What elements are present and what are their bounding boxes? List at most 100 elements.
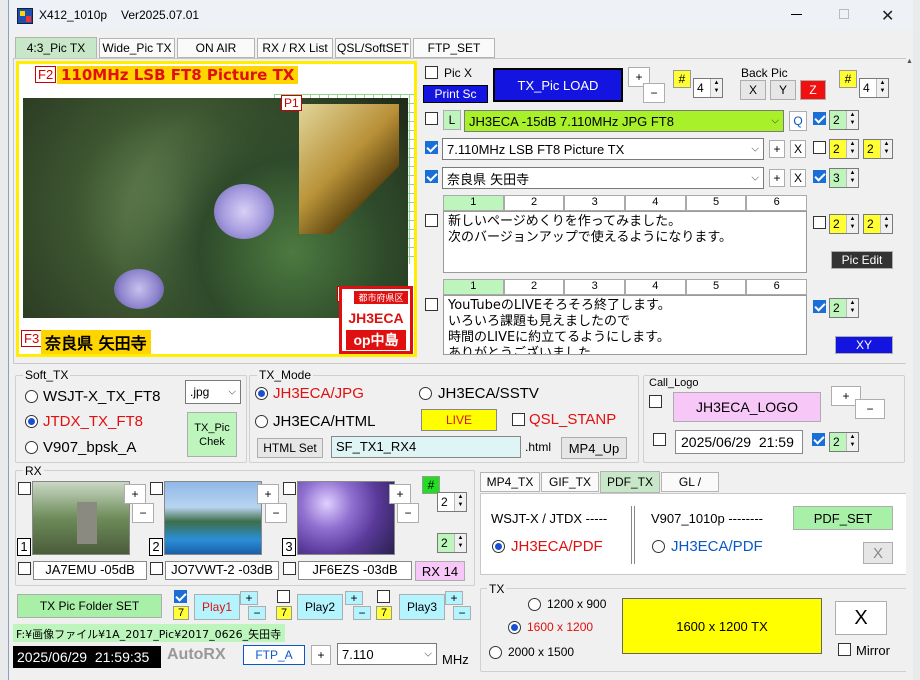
res-2000-radio[interactable]: [489, 646, 502, 659]
rx1-checkbox[interactable]: [18, 482, 31, 495]
message-1-textarea[interactable]: 新しいページめくりを作ってみました。 次のバージョンアップで使えるようになります…: [443, 211, 807, 273]
msg1-spinner-1[interactable]: 2 ▲ ▼: [829, 214, 859, 234]
call-logo-button[interactable]: JH3ECA_LOGO: [673, 392, 821, 422]
tab-qsl-softset[interactable]: QSL/SoftSET: [335, 38, 411, 58]
logo-minus-button[interactable]: −: [855, 399, 885, 419]
row1-combo[interactable]: JH3ECA -15dB 7.110MHz JPG FT8 ⌵: [464, 110, 784, 132]
xy-button[interactable]: XY: [835, 336, 893, 354]
pdf-close-button[interactable]: X: [863, 542, 893, 564]
rx2-minus-button[interactable]: −: [265, 503, 287, 523]
play3-button[interactable]: Play3: [399, 594, 445, 620]
jtdx-radio[interactable]: [25, 415, 38, 428]
pic-edit-button[interactable]: Pic Edit: [831, 251, 893, 269]
pdf-v907-radio[interactable]: [652, 540, 665, 553]
freq-plus-button[interactable]: +: [311, 645, 331, 665]
back-spinner[interactable]: 4 ▲ ▼: [859, 78, 889, 98]
msg2-checkbox[interactable]: [425, 298, 438, 311]
html-set-button[interactable]: HTML Set: [257, 438, 323, 458]
back-x-button[interactable]: X: [740, 80, 766, 100]
play2-minus-button[interactable]: −: [353, 606, 371, 620]
msg1-checkbox[interactable]: [425, 214, 438, 227]
msg1-spinner-2[interactable]: 2 ▲ ▼: [863, 214, 893, 234]
row2-checkbox[interactable]: [425, 141, 438, 154]
tab-on-air[interactable]: ON AIR: [177, 38, 255, 58]
rx3-thumbnail[interactable]: [297, 481, 395, 555]
tx-pic-folder-set-button[interactable]: TX Pic Folder SET: [17, 594, 162, 618]
rx3-call-checkbox[interactable]: [283, 562, 296, 575]
back-y-button[interactable]: Y: [770, 80, 796, 100]
row1-checkbox[interactable]: [425, 112, 438, 125]
play1-minus-button[interactable]: −: [248, 606, 266, 620]
zoom-minus-button[interactable]: −: [643, 83, 665, 103]
tab-ftp-set[interactable]: FTP_SET: [413, 38, 495, 58]
play2-button[interactable]: Play2: [297, 594, 343, 620]
rx1-minus-button[interactable]: −: [132, 503, 154, 523]
scrollbar[interactable]: ▲: [906, 30, 913, 680]
jpg-radio[interactable]: [255, 387, 268, 400]
msg2-tab-5[interactable]: 5: [685, 279, 747, 295]
maximize-icon[interactable]: [839, 9, 849, 19]
rx2-thumbnail[interactable]: [164, 481, 262, 555]
rx1-thumbnail[interactable]: [32, 481, 130, 555]
row2-spinner-1[interactable]: 2 ▲ ▼: [829, 139, 859, 159]
rx-spinner-2[interactable]: 2 ▲ ▼: [437, 533, 467, 553]
pdf-set-button[interactable]: PDF_SET: [793, 506, 893, 530]
row3-plus-button[interactable]: +: [769, 169, 785, 187]
play1-button[interactable]: Play1: [194, 594, 240, 620]
msg2-enable-checkbox[interactable]: [813, 300, 826, 313]
msg2-tab-2[interactable]: 2: [503, 279, 565, 295]
ptab-mp4-tx[interactable]: MP4_TX: [480, 472, 540, 492]
rx1-plus-button[interactable]: +: [124, 484, 146, 504]
rx1-call-field[interactable]: JA7EMU -05dB: [33, 561, 147, 580]
msg-tab-6[interactable]: 6: [746, 195, 808, 211]
v907-radio[interactable]: [25, 441, 38, 454]
tab-4-3-pic-tx[interactable]: 4:3_Pic TX: [15, 37, 97, 59]
l-button[interactable]: L: [443, 110, 461, 130]
rx1-call-checkbox[interactable]: [18, 562, 31, 575]
row3-spinner[interactable]: 3 ▲ ▼: [829, 168, 859, 188]
sstv-radio[interactable]: [419, 387, 432, 400]
row2-plus-button[interactable]: +: [769, 140, 785, 158]
row3-x-button[interactable]: X: [790, 169, 806, 187]
wsjt-radio[interactable]: [25, 390, 38, 403]
tab-rx-list[interactable]: RX / RX List: [257, 38, 333, 58]
msg-tab-5[interactable]: 5: [685, 195, 747, 211]
msg2-tab-6[interactable]: 6: [746, 279, 808, 295]
row3-checkbox[interactable]: [425, 170, 438, 183]
play2-checkbox[interactable]: [277, 590, 290, 603]
row3-enable-checkbox[interactable]: [813, 170, 826, 183]
html-file-input[interactable]: SF_TX1_RX4: [331, 436, 521, 458]
rx2-call-field[interactable]: JO7VWT-2 -03dB: [165, 561, 279, 580]
call-logo-checkbox[interactable]: [649, 395, 662, 408]
ext-combo[interactable]: .jpg ⌵: [185, 380, 241, 404]
play1-plus-button[interactable]: +: [240, 591, 258, 605]
message-2-textarea[interactable]: YouTubeのLIVEそろそろ終了します。 いろいろ課題も見えましたので 時間…: [443, 295, 807, 355]
msg1-enable-checkbox[interactable]: [813, 216, 826, 229]
rx-spinner-1[interactable]: 2 ▲ ▼: [437, 492, 467, 512]
row1-enable-checkbox[interactable]: [813, 112, 826, 125]
back-z-button[interactable]: Z: [800, 80, 826, 100]
msg2-tab-1[interactable]: 1: [443, 279, 504, 295]
tx-pic-load-button[interactable]: TX_Pic LOAD: [493, 68, 623, 102]
mirror-checkbox[interactable]: [838, 643, 851, 656]
pdf-wsjt-radio[interactable]: [492, 540, 505, 553]
scroll-up-icon[interactable]: ▲: [906, 58, 913, 65]
logo-spinner[interactable]: 2 ▲ ▼: [829, 432, 859, 452]
live-button[interactable]: LIVE: [421, 409, 497, 431]
pic-x-checkbox[interactable]: [425, 66, 438, 79]
msg2-tab-3[interactable]: 3: [564, 279, 626, 295]
date-field[interactable]: 2025/06/29 21:59: [675, 430, 803, 454]
logo-enable-checkbox[interactable]: [812, 433, 825, 446]
close-icon[interactable]: ✕: [881, 6, 894, 26]
rx14-button[interactable]: RX 14: [415, 561, 465, 581]
rx3-plus-button[interactable]: +: [389, 484, 411, 504]
print-sc-button[interactable]: Print Sc: [423, 85, 488, 103]
rx3-checkbox[interactable]: [283, 482, 296, 495]
qsl-stanp-checkbox[interactable]: [512, 413, 525, 426]
rx2-checkbox[interactable]: [150, 482, 163, 495]
tx-pic-chek-button[interactable]: TX_Pic Chek: [187, 412, 237, 457]
date-checkbox[interactable]: [653, 433, 666, 446]
picture-preview[interactable]: F2 110MHz LSB FT8 Picture TX P1 F3 奈良県 矢…: [16, 61, 417, 357]
msg2-tab-4[interactable]: 4: [625, 279, 686, 295]
msg-tab-3[interactable]: 3: [564, 195, 626, 211]
